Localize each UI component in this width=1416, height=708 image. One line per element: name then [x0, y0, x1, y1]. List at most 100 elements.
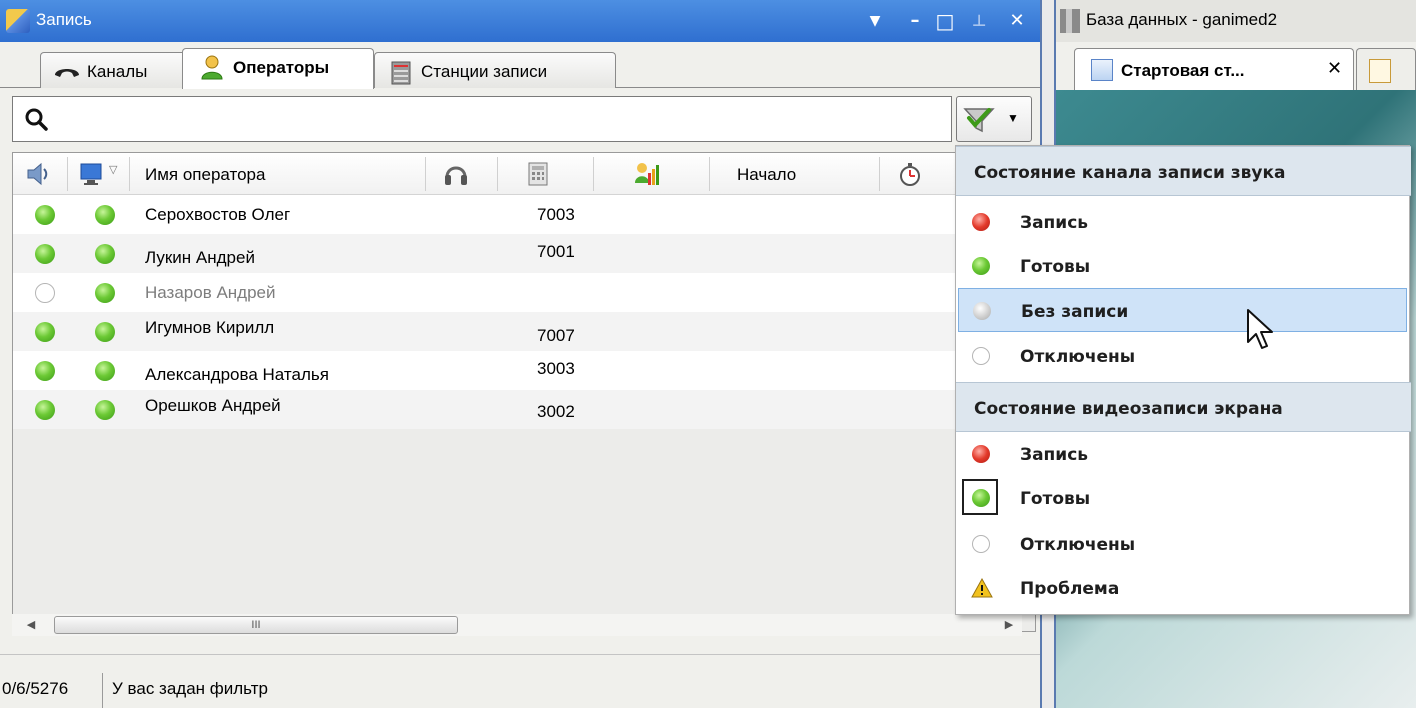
table-row[interactable]: Серохвостов Олег 7003 — [13, 195, 1035, 234]
window-titlebar[interactable]: Запись ▼ – □ ⊥ ✕ — [0, 0, 1040, 42]
tab-label: Стартовая ст... — [1121, 61, 1245, 80]
column-start[interactable]: Начало — [737, 165, 796, 185]
operator-name: Серохвостов Олег — [145, 205, 291, 224]
scroll-right-icon[interactable]: ▶ — [998, 614, 1020, 636]
phone-keypad-icon[interactable] — [525, 161, 551, 187]
channel-status-icon — [35, 400, 55, 420]
table-row[interactable]: Лукин Андрей 7001 — [13, 234, 1035, 273]
filter-label: Без записи — [1021, 302, 1129, 322]
screen-status-icon — [95, 322, 115, 342]
tab-operators[interactable]: Операторы — [182, 48, 374, 89]
filter-dropdown: Состояние канала записи звука Запись Гот… — [955, 145, 1411, 615]
screen-status-icon — [95, 283, 115, 303]
filter-label: Готовы — [1020, 257, 1091, 277]
phone-handset-icon — [55, 69, 79, 77]
scroll-left-icon[interactable]: ◀ — [20, 614, 42, 636]
operator-name: Орешков Андрей — [145, 396, 281, 415]
monitor-icon[interactable] — [79, 161, 105, 187]
tab-document[interactable] — [1356, 48, 1416, 90]
operator-name: Александрова Наталья — [145, 365, 329, 384]
tab-start-page[interactable]: Стартовая ст... ✕ — [1074, 48, 1354, 90]
operator-icon — [201, 55, 223, 80]
maximize-icon[interactable]: □ — [932, 8, 958, 34]
horizontal-scrollbar[interactable]: ◀ III ▶ — [12, 614, 1022, 636]
minimize-icon[interactable]: – — [902, 8, 928, 34]
speaker-icon[interactable] — [25, 161, 51, 187]
filter-label: Готовы — [1020, 489, 1091, 509]
filter-audio-recording[interactable]: Запись — [958, 200, 1407, 244]
mouse-cursor-icon — [1247, 309, 1273, 349]
filter-label: Запись — [1020, 445, 1089, 465]
extension: 7007 — [537, 326, 575, 345]
filter-video-ready[interactable]: Готовы — [958, 476, 1407, 520]
extension: 3003 — [537, 359, 575, 378]
filter-video-disabled[interactable]: Отключены — [958, 522, 1407, 566]
filter-audio-disabled[interactable]: Отключены — [958, 334, 1407, 378]
status-counts: 0/6/5276 — [2, 679, 69, 698]
tab-channels[interactable]: Каналы — [40, 52, 186, 88]
headphones-icon[interactable] — [443, 161, 469, 187]
empty-status-icon — [972, 535, 990, 553]
tab-label: Каналы — [87, 62, 148, 81]
stopwatch-icon[interactable] — [897, 161, 923, 187]
filter-label: Отключены — [1020, 347, 1136, 367]
grey-status-icon — [973, 302, 991, 320]
column-operator-name[interactable]: Имя оператора — [145, 165, 265, 185]
filter-button[interactable]: ▼ — [956, 96, 1032, 142]
search-row: ▼ — [12, 96, 1036, 142]
empty-status-icon — [972, 347, 990, 365]
table-row[interactable]: Александрова Наталья 3003 — [13, 351, 1035, 390]
menu-dropdown-icon[interactable]: ▼ — [862, 8, 888, 34]
table-row[interactable]: Игумнов Кирилл 7007 — [13, 312, 1035, 351]
channel-status-icon — [35, 322, 55, 342]
tab-label: Операторы — [233, 58, 330, 77]
filter-small-icon[interactable]: ▽ — [109, 163, 117, 176]
scrollbar-grip: III — [251, 619, 261, 631]
scrollbar-thumb[interactable]: III — [54, 616, 458, 634]
status-bar: 0/6/5276 У вас задан фильтр — [0, 654, 1040, 708]
filter-audio-not-recording[interactable]: Без записи — [958, 288, 1407, 332]
close-icon[interactable]: ✕ — [1004, 8, 1030, 34]
section-title: Состояние видеозаписи экрана — [974, 399, 1283, 419]
red-status-icon — [972, 213, 990, 231]
section-header-audio: Состояние канала записи звука — [956, 146, 1411, 196]
operator-name: Назаров Андрей — [145, 283, 276, 302]
table-row[interactable]: Орешков Андрей 3002 — [13, 390, 1035, 429]
filter-label: Отключены — [1020, 535, 1136, 555]
start-page-icon — [1091, 59, 1113, 81]
extension: 7001 — [537, 242, 575, 261]
search-input[interactable] — [12, 96, 952, 142]
operator-name: Игумнов Кирилл — [145, 318, 275, 337]
table-row[interactable]: Назаров Андрей — [13, 273, 1035, 312]
red-status-icon — [972, 445, 990, 463]
status-message: У вас задан фильтр — [112, 679, 268, 698]
window-title: Запись — [36, 10, 92, 29]
window-title: База данных - ganimed2 — [1086, 10, 1278, 29]
channel-status-icon — [35, 283, 55, 303]
filter-video-problem[interactable]: Проблема — [958, 566, 1407, 610]
filter-label: Запись — [1020, 213, 1089, 233]
screen-status-icon — [95, 400, 115, 420]
channel-status-icon — [35, 205, 55, 225]
extension: 3002 — [537, 402, 575, 421]
filter-audio-ready[interactable]: Готовы — [958, 244, 1407, 288]
operators-grid: ▽ Имя оператора Начало Серохвостов Олег … — [12, 152, 1036, 632]
filter-video-recording[interactable]: Запись — [958, 432, 1407, 476]
database-icon — [1060, 9, 1080, 33]
pin-icon[interactable]: ⊥ — [966, 8, 992, 34]
filter-label: Проблема — [1020, 579, 1120, 599]
channel-status-icon — [35, 361, 55, 381]
activity-icon[interactable] — [633, 161, 659, 187]
tab-strip: Каналы Операторы Станции записи — [0, 42, 1040, 89]
tab-recording-stations[interactable]: Станции записи — [374, 52, 616, 88]
section-header-video: Состояние видеозаписи экрана — [956, 382, 1411, 432]
operator-name: Лукин Андрей — [145, 248, 255, 267]
window-titlebar[interactable]: База данных - ganimed2 — [1056, 0, 1416, 42]
recording-window: Запись ▼ – □ ⊥ ✕ Каналы Операторы Станци… — [0, 0, 1040, 708]
filter-icon — [963, 108, 995, 133]
recording-app-icon — [6, 9, 30, 33]
screen-status-icon — [95, 361, 115, 381]
chevron-down-icon: ▼ — [1007, 111, 1019, 125]
close-icon[interactable]: ✕ — [1327, 58, 1342, 79]
grid-header: ▽ Имя оператора Начало — [13, 153, 1035, 195]
